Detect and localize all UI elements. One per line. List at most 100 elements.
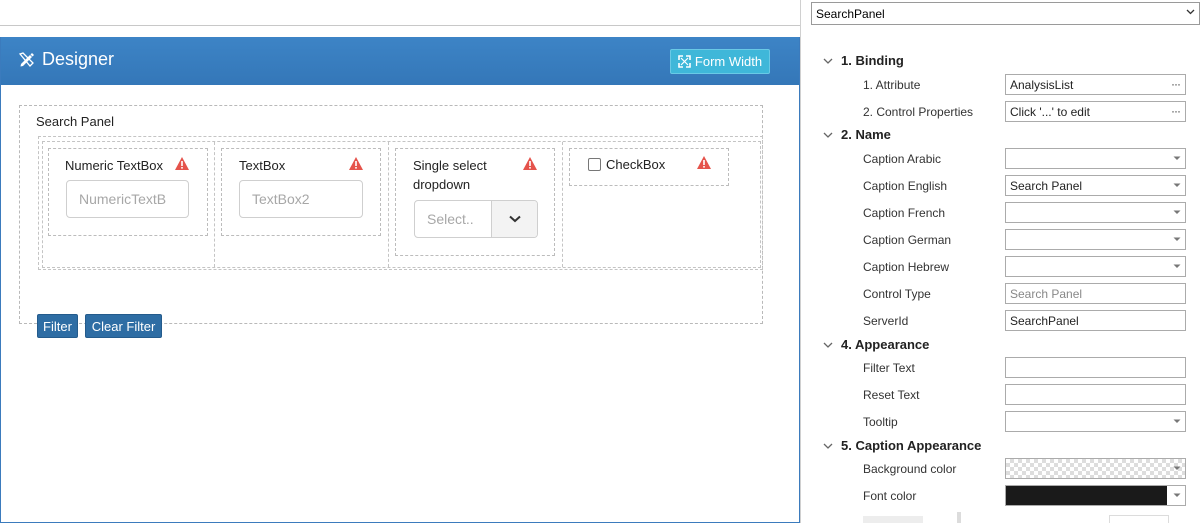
prop-label-control-properties: 2. Control Properties bbox=[863, 105, 974, 119]
numeric-textbox-input[interactable]: NumericTextB bbox=[66, 180, 189, 218]
expand-icon bbox=[678, 55, 691, 68]
control-type-field: Search Panel bbox=[1005, 283, 1186, 304]
dropdown-select-text: Select.. bbox=[427, 211, 474, 227]
chevron-down-icon bbox=[1173, 264, 1181, 268]
chevron-down-icon bbox=[1173, 493, 1181, 497]
textbox-input[interactable]: TextBox2 bbox=[239, 180, 363, 218]
textbox-control[interactable]: TextBox TextBox2 bbox=[221, 148, 381, 236]
search-panel-row-inner: Numeric TextBox NumericTextB TextBox Tex… bbox=[42, 141, 761, 268]
reset-text-field[interactable] bbox=[1005, 384, 1186, 405]
prop-label-caption-french: Caption French bbox=[863, 206, 946, 220]
control-type-value: Search Panel bbox=[1010, 286, 1083, 301]
prop-label-caption-hebrew: Caption Hebrew bbox=[863, 260, 950, 274]
pencil-ruler-icon bbox=[18, 51, 34, 67]
control-properties-field[interactable]: Click '...' to edit ··· bbox=[1005, 101, 1186, 122]
textbox-label: TextBox bbox=[239, 158, 286, 173]
prop-label-font-color: Font color bbox=[863, 489, 917, 503]
caption-english-value: Search Panel bbox=[1010, 178, 1083, 193]
filter-text-field[interactable] bbox=[1005, 357, 1186, 378]
section-name[interactable]: 2. Name bbox=[823, 127, 891, 142]
section-appearance-title: 4. Appearance bbox=[841, 337, 930, 352]
prop-label-reset-text: Reset Text bbox=[863, 388, 920, 402]
ellipsis-button[interactable]: ··· bbox=[1171, 77, 1181, 91]
warning-icon bbox=[697, 156, 711, 169]
ellipsis-button[interactable]: ··· bbox=[1171, 104, 1181, 118]
chevron-down-icon bbox=[1173, 210, 1181, 214]
chevron-down-icon bbox=[823, 132, 833, 138]
filter-button[interactable]: Filter bbox=[37, 314, 78, 338]
server-id-value: SearchPanel bbox=[1010, 313, 1079, 328]
designer-frame: Designer Form Width Search Panel Numeric… bbox=[0, 37, 800, 523]
designer-header: Designer Form Width bbox=[1, 37, 799, 85]
caption-hebrew-field[interactable] bbox=[1005, 256, 1186, 277]
attribute-field[interactable]: AnalysisList ··· bbox=[1005, 74, 1186, 95]
cell-textbox: TextBox TextBox2 bbox=[215, 142, 389, 267]
warning-icon bbox=[175, 157, 189, 170]
numeric-textbox-label: Numeric TextBox bbox=[65, 158, 164, 173]
search-panel[interactable]: Search Panel Numeric TextBox NumericText… bbox=[19, 105, 763, 338]
search-panel-row: Numeric TextBox NumericTextB TextBox Tex… bbox=[38, 136, 763, 270]
chevron-down-icon bbox=[1186, 9, 1195, 15]
chevron-down-icon bbox=[1173, 466, 1181, 470]
section-name-title: 2. Name bbox=[841, 127, 891, 142]
caption-arabic-field[interactable] bbox=[1005, 148, 1186, 169]
chevron-down-icon bbox=[508, 215, 521, 223]
chevron-down-icon bbox=[1173, 156, 1181, 160]
numeric-textbox-control[interactable]: Numeric TextBox NumericTextB bbox=[48, 148, 208, 236]
font-color-swatch bbox=[1006, 486, 1167, 505]
form-width-button[interactable]: Form Width bbox=[670, 49, 770, 74]
tooltip-field[interactable] bbox=[1005, 411, 1186, 432]
prop-label-caption-german: Caption German bbox=[863, 233, 952, 247]
caption-german-field[interactable] bbox=[1005, 229, 1186, 250]
chevron-down-icon bbox=[1173, 419, 1181, 423]
cell-checkbox: CheckBox bbox=[563, 142, 762, 267]
warning-icon bbox=[349, 157, 363, 170]
caption-french-field[interactable] bbox=[1005, 202, 1186, 223]
control-properties-value: Click '...' to edit bbox=[1010, 104, 1090, 119]
caption-english-field[interactable]: Search Panel bbox=[1005, 175, 1186, 196]
object-selector[interactable]: SearchPanel bbox=[811, 2, 1200, 25]
object-selector-value: SearchPanel bbox=[816, 6, 885, 21]
section-binding-title: 1. Binding bbox=[841, 53, 904, 68]
dropdown-toggle[interactable] bbox=[491, 201, 537, 237]
checkbox-control[interactable]: CheckBox bbox=[569, 148, 729, 186]
dropdown-label-line1: Single select bbox=[413, 158, 487, 173]
prop-label-background-color: Background color bbox=[863, 462, 957, 476]
prop-label-control-type: Control Type bbox=[863, 287, 931, 301]
server-id-field[interactable]: SearchPanel bbox=[1005, 310, 1186, 331]
attribute-value: AnalysisList bbox=[1010, 77, 1074, 92]
cell-numeric-textbox: Numeric TextBox NumericTextB bbox=[43, 142, 215, 267]
chevron-down-icon bbox=[823, 342, 833, 348]
designer-top-strip bbox=[0, 0, 800, 26]
checkbox-label: CheckBox bbox=[606, 157, 666, 172]
prop-label-filter-text: Filter Text bbox=[863, 361, 915, 375]
section-caption-appearance-title: 5. Caption Appearance bbox=[841, 438, 982, 453]
dropdown-select[interactable]: Select.. bbox=[414, 200, 538, 238]
chevron-down-icon bbox=[823, 443, 833, 449]
property-panel: SearchPanel 1. Binding 1. Attribute Anal… bbox=[800, 0, 1200, 523]
section-caption-appearance[interactable]: 5. Caption Appearance bbox=[823, 438, 981, 453]
section-binding[interactable]: 1. Binding bbox=[823, 53, 904, 68]
designer-area: Designer Form Width Search Panel Numeric… bbox=[0, 0, 800, 523]
checkbox-input[interactable] bbox=[588, 158, 601, 171]
prop-label-attribute: 1. Attribute bbox=[863, 78, 921, 92]
form-width-label: Form Width bbox=[694, 54, 763, 69]
prop-label-caption-english: Caption English bbox=[863, 179, 948, 193]
section-appearance[interactable]: 4. Appearance bbox=[823, 337, 929, 352]
chevron-down-icon bbox=[1173, 237, 1181, 241]
designer-title: Designer bbox=[42, 49, 115, 69]
font-color-picker[interactable] bbox=[1005, 485, 1186, 506]
prop-label-caption-arabic: Caption Arabic bbox=[863, 152, 942, 166]
cell-dropdown: Single select dropdown Select.. bbox=[389, 142, 563, 267]
dropdown-label-line2: dropdown bbox=[413, 177, 471, 192]
warning-icon bbox=[523, 157, 537, 170]
chevron-down-icon bbox=[823, 58, 833, 64]
designer-title-group: Designer bbox=[18, 49, 114, 70]
chevron-down-icon bbox=[1173, 183, 1181, 187]
background-color-picker[interactable] bbox=[1005, 458, 1186, 479]
prop-label-tooltip: Tooltip bbox=[863, 415, 898, 429]
clear-filter-button[interactable]: Clear Filter bbox=[85, 314, 162, 338]
search-panel-title: Search Panel bbox=[36, 114, 115, 129]
dropdown-control[interactable]: Single select dropdown Select.. bbox=[395, 148, 555, 256]
partially-hidden-row bbox=[863, 512, 1193, 523]
